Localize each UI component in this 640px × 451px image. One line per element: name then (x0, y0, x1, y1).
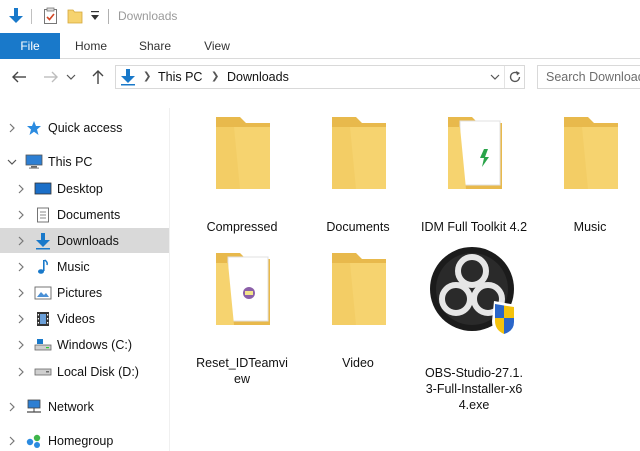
local-disk-icon (34, 364, 52, 380)
window-title: Downloads (118, 9, 178, 23)
file-item-obs-installer[interactable]: OBS-Studio-27.1.3-Full-Installer-x64.exe (417, 245, 531, 412)
folder-with-file-icon (212, 247, 274, 329)
back-button[interactable] (9, 66, 29, 88)
documents-icon (34, 207, 52, 223)
chevron-right-icon[interactable] (15, 235, 27, 247)
sidebar-item-label: Windows (C:) (57, 337, 133, 352)
sidebar-item-label: Documents (57, 207, 121, 222)
sidebar-item-label: Quick access (48, 120, 123, 135)
downloads-location-icon (120, 68, 136, 89)
breadcrumb-this-pc[interactable]: This PC (158, 70, 202, 84)
sidebar-item-pictures[interactable]: Pictures (0, 280, 169, 305)
properties-checklist-icon[interactable] (43, 7, 59, 28)
chevron-right-icon[interactable] (15, 313, 27, 325)
sidebar-item-label: Homegroup (48, 433, 114, 448)
folder-icon (328, 247, 390, 329)
file-name: OBS-Studio-27.1.3-Full-Installer-x64.exe (425, 366, 523, 412)
file-name: Video (342, 356, 374, 370)
sidebar-item-music[interactable]: Music (0, 254, 169, 279)
tab-share[interactable]: Share (126, 33, 184, 59)
obs-installer-icon (428, 245, 520, 337)
file-item-music[interactable]: Music (533, 111, 640, 241)
sidebar-item-documents[interactable]: Documents (0, 202, 169, 227)
chevron-right-icon[interactable] (15, 287, 27, 299)
monitor-icon (25, 154, 43, 170)
file-item-idm-full-toolkit[interactable]: IDM Full Toolkit 4.2 (417, 111, 531, 241)
sidebar-item-label: Network (48, 399, 94, 414)
chevron-right-icon[interactable] (15, 183, 27, 195)
file-name: Documents (326, 220, 390, 234)
homegroup-icon (25, 433, 43, 449)
file-item-reset-idteamview[interactable]: Reset_IDTeamview (185, 247, 299, 387)
sidebar-item-videos[interactable]: Videos (0, 306, 169, 331)
sidebar-item-quick-access[interactable]: Quick access (0, 115, 169, 140)
title-bar: Downloads (0, 0, 640, 33)
network-icon (25, 399, 43, 415)
downloads-icon (34, 232, 52, 249)
file-list: Compressed Documents IDM Full Toolkit 4.… (172, 95, 640, 451)
search-input[interactable]: Search Downloads (537, 65, 640, 89)
chevron-right-icon[interactable] (6, 122, 18, 134)
file-name: IDM Full Toolkit 4.2 (420, 220, 528, 234)
film-icon (34, 311, 52, 327)
new-folder-icon[interactable] (67, 7, 83, 28)
music-note-icon (34, 258, 52, 275)
navigation-bar: ❯ This PC ❯ Downloads Search Downloads (0, 60, 640, 94)
forward-button[interactable] (41, 66, 61, 88)
sidebar-item-this-pc[interactable]: This PC (0, 149, 169, 174)
sidebar-item-label: Desktop (57, 181, 103, 196)
pictures-icon (34, 285, 52, 301)
sidebar-item-label: Music (57, 259, 90, 274)
recent-locations-chevron-icon[interactable] (64, 66, 78, 88)
sidebar-item-homegroup[interactable]: Homegroup (0, 428, 169, 451)
star-icon (25, 120, 43, 136)
sidebar-item-label: Downloads (57, 233, 119, 248)
navigation-pane: Quick access This PC Desktop Documents D… (0, 108, 170, 451)
chevron-right-icon[interactable] (15, 366, 27, 378)
customize-dropdown-icon[interactable] (90, 10, 100, 25)
chevron-right-icon[interactable] (6, 435, 18, 447)
folder-icon (560, 111, 622, 193)
file-item-video[interactable]: Video (301, 247, 415, 377)
folder-with-file-icon (444, 111, 506, 193)
sidebar-item-label: Local Disk (D:) (57, 364, 139, 379)
sidebar-item-local-disk-d[interactable]: Local Disk (D:) (0, 359, 169, 384)
desktop-icon (34, 181, 52, 197)
breadcrumb-separator-icon[interactable]: ❯ (211, 71, 219, 82)
sidebar-item-label: Pictures (57, 285, 103, 300)
file-item-documents[interactable]: Documents (301, 111, 415, 241)
chevron-right-icon[interactable] (15, 261, 27, 273)
file-item-compressed[interactable]: Compressed (185, 111, 299, 241)
chevron-right-icon[interactable] (15, 209, 27, 221)
ribbon-tabs: File Home Share View (0, 33, 640, 59)
sidebar-item-label: Videos (57, 311, 95, 326)
tab-home[interactable]: Home (62, 33, 120, 59)
file-name: Compressed (206, 220, 278, 234)
chevron-right-icon[interactable] (15, 339, 27, 351)
sidebar-item-network[interactable]: Network (0, 394, 169, 419)
chevron-right-icon[interactable] (6, 401, 18, 413)
file-name: Reset_IDTeamview (196, 356, 288, 386)
address-dropdown-icon[interactable] (486, 66, 504, 88)
folder-icon (328, 111, 390, 193)
title-separator-icon (31, 9, 32, 24)
sidebar-item-windows-c[interactable]: Windows (C:) (0, 332, 169, 357)
tab-view[interactable]: View (188, 33, 246, 59)
sidebar-item-downloads[interactable]: Downloads (0, 228, 169, 253)
breadcrumb-downloads[interactable]: Downloads (227, 70, 289, 84)
sidebar-item-label: This PC (48, 154, 93, 169)
up-button[interactable] (88, 66, 108, 88)
title-divider (108, 9, 109, 24)
system-drive-icon (34, 337, 52, 353)
refresh-icon[interactable] (504, 66, 524, 88)
sidebar-item-desktop[interactable]: Desktop (0, 176, 169, 201)
download-arrow-icon[interactable] (8, 7, 24, 28)
folder-icon (212, 111, 274, 193)
chevron-down-icon[interactable] (6, 156, 18, 168)
tab-file[interactable]: File (0, 33, 60, 59)
breadcrumb-separator-icon[interactable]: ❯ (143, 71, 151, 82)
file-name: Music (573, 220, 607, 234)
address-bar[interactable]: ❯ This PC ❯ Downloads (115, 65, 525, 89)
